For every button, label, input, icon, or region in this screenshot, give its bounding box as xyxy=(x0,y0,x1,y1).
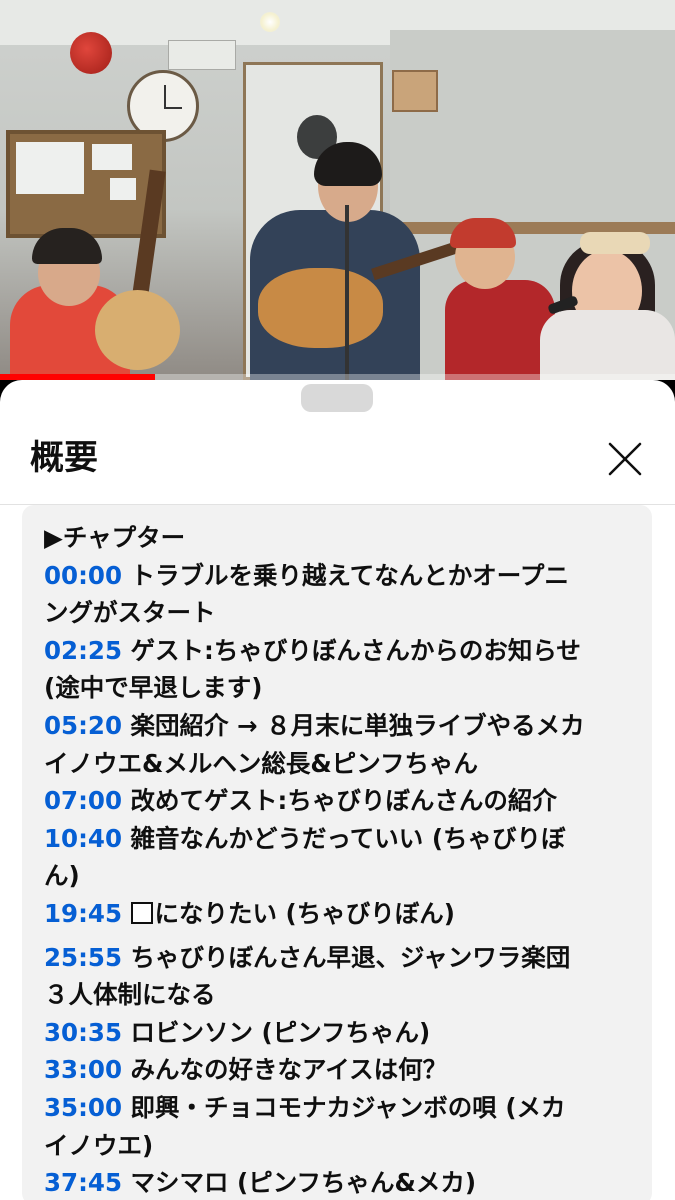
chapter-timestamp-link[interactable]: 00:00 xyxy=(44,561,122,590)
video-scene-performer-4-bow xyxy=(580,232,650,254)
chapter-title: ングがスタート xyxy=(44,598,216,628)
chapter-title: みんなの好きなアイスは何？ xyxy=(130,1055,448,1085)
chapter-timestamp-link[interactable]: 37:45 xyxy=(44,1168,122,1197)
video-scene-switch-panel xyxy=(168,40,236,70)
sheet-header: 概要 xyxy=(0,416,675,505)
chapter-line: イノウエ&メルヘン総長&ピンフちゃん xyxy=(44,745,644,783)
video-scene-performer-3 xyxy=(445,280,555,380)
chapter-title: (途中で早退します) xyxy=(44,673,263,703)
close-button[interactable] xyxy=(600,434,650,484)
video-scene-guitar xyxy=(95,290,180,370)
chapter-title: 即興・チョコモナカジャンボの唄 (メカ xyxy=(130,1092,566,1122)
chapter-title: 楽団紹介 → ８月末に単独ライブやるメカ xyxy=(130,710,585,740)
chapter-line: 30:35 ロビンソン (ピンフちゃん) xyxy=(44,1014,644,1052)
chapter-line: 07:00 改めてゲスト:ちゃびりぼんさんの紹介 xyxy=(44,782,644,820)
chapter-line: 37:45 マシマロ (ピンフちゃん&メカ) xyxy=(44,1164,644,1200)
chapter-timestamp-link[interactable]: 05:20 xyxy=(44,711,122,740)
video-scene-alarm-bell xyxy=(70,32,112,74)
chapter-line: イノウエ) xyxy=(44,1127,644,1165)
chapter-title: になりたい (ちゃびりぼん) xyxy=(154,898,455,928)
chapter-line: 00:00 トラブルを乗り越えてなんとかオープニ xyxy=(44,557,644,595)
chapter-line: 05:20 楽団紹介 → ８月末に単独ライブやるメカ xyxy=(44,707,644,745)
close-icon xyxy=(608,442,642,476)
chapter-timestamp-link[interactable]: 07:00 xyxy=(44,786,122,815)
chapter-timestamp-link[interactable]: 33:00 xyxy=(44,1055,122,1084)
video-scene-performer-4 xyxy=(540,310,675,380)
chapter-title: ん) xyxy=(44,861,80,891)
chapter-title: マシマロ (ピンフちゃん&メカ) xyxy=(130,1168,477,1198)
video-scene-light xyxy=(260,12,280,32)
chapter-title: イノウエ) xyxy=(44,1130,154,1160)
video-scene-mic-stand xyxy=(345,205,349,380)
chapter-timestamp-link[interactable]: 19:45 xyxy=(44,899,122,928)
chapter-line: 02:25 ゲスト:ちゃびりぼんさんからのお知らせ xyxy=(44,632,644,670)
chapter-timestamp-link[interactable]: 30:35 xyxy=(44,1018,122,1047)
video-scene-frame xyxy=(392,70,438,112)
description-box: ▶チャプター 00:00 トラブルを乗り越えてなんとかオープニ ングがスタート 02… xyxy=(22,505,652,1200)
chapter-title: イノウエ&メルヘン総長&ピンフちゃん xyxy=(44,748,478,778)
description-text: ▶チャプター 00:00 トラブルを乗り越えてなんとかオープニ ングがスタート 02… xyxy=(44,519,644,1200)
sheet-drag-handle[interactable] xyxy=(301,384,373,412)
chapter-title: ゲスト:ちゃびりぼんさんからのお知らせ xyxy=(130,635,581,665)
chapter-line: 25:55 ちゃびりぼんさん早退、ジャンワラ楽団 xyxy=(44,939,644,977)
video-scene-guitar-2 xyxy=(258,268,383,348)
chapter-line: 10:40 雑音なんかどうだっていい (ちゃびりぼ xyxy=(44,820,644,858)
chapter-line: 35:00 即興・チョコモナカジャンボの唄 (メカ xyxy=(44,1089,644,1127)
chapter-timestamp-link[interactable]: 35:00 xyxy=(44,1093,122,1122)
chapter-heading: ▶チャプター xyxy=(44,523,186,552)
chapter-title: ちゃびりぼんさん早退、ジャンワラ楽団 xyxy=(130,942,571,972)
chapter-title: ロビンソン (ピンフちゃん) xyxy=(130,1017,431,1047)
chapter-line: (途中で早退します) xyxy=(44,669,644,707)
chapter-timestamp-link[interactable]: 02:25 xyxy=(44,636,122,665)
description-sheet: 概要 ▶チャプター 00:00 トラブルを乗り越えてなんとかオープニ ングがスター… xyxy=(0,380,675,1200)
chapter-line: ん) xyxy=(44,857,644,895)
chapter-timestamp-link[interactable]: 25:55 xyxy=(44,943,122,972)
chapter-title: 雑音なんかどうだっていい (ちゃびりぼ xyxy=(130,823,566,853)
chapter-line: ３人体制になる xyxy=(44,976,644,1014)
chapter-line: ングがスタート xyxy=(44,594,644,632)
video-scene-performer-3-hair xyxy=(450,218,516,248)
chapter-title: 改めてゲスト:ちゃびりぼんさんの紹介 xyxy=(130,786,557,816)
sheet-title: 概要 xyxy=(30,438,98,478)
chapter-title: ３人体制になる xyxy=(44,980,216,1010)
empty-box-glyph-icon xyxy=(130,901,153,924)
chapter-timestamp-link[interactable]: 10:40 xyxy=(44,824,122,853)
chapter-title: トラブルを乗り越えてなんとかオープニ xyxy=(130,560,569,590)
chapter-line: 19:45 になりたい (ちゃびりぼん) xyxy=(44,895,644,933)
video-player[interactable] xyxy=(0,0,675,380)
chapter-line: 33:00 みんなの好きなアイスは何？ xyxy=(44,1051,644,1089)
